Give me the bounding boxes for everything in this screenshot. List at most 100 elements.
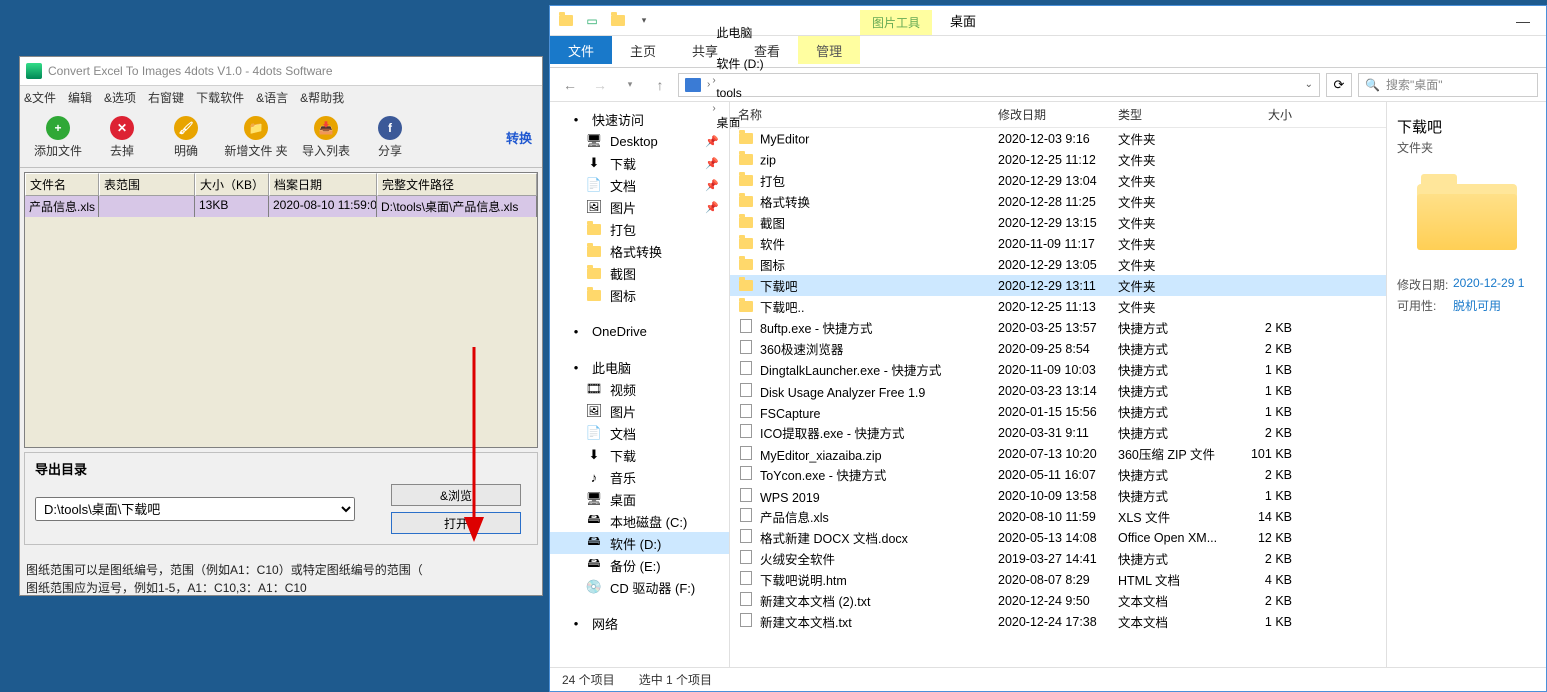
breadcrumb[interactable]: › 此电脑›软件 (D:)›tools›桌面› ⌄ <box>678 73 1320 97</box>
file-row[interactable]: MyEditor_xiazaiba.zip2020-07-13 10:20360… <box>730 443 1386 464</box>
nav-back-button[interactable]: ← <box>558 73 582 97</box>
menu-item[interactable]: 右窗键 <box>148 89 184 106</box>
file-row[interactable]: 格式新建 DOCX 文档.docx2020-05-13 14:08Office … <box>730 527 1386 548</box>
menu-item[interactable]: &帮助我 <box>300 89 344 106</box>
ribbon-tab-file[interactable]: 文件 <box>550 36 612 64</box>
file-row[interactable]: WPS 20192020-10-09 13:58快捷方式1 KB <box>730 485 1386 506</box>
nav-item[interactable]: 🖥桌面 <box>550 488 729 510</box>
share-button[interactable]: f分享 <box>358 111 422 165</box>
file-row[interactable]: 新建文本文档 (2).txt2020-12-24 9:50文本文档2 KB <box>730 590 1386 611</box>
nav-item[interactable]: •此电脑 <box>550 356 729 378</box>
clear-button[interactable]: 🖌明确 <box>154 111 218 165</box>
file-row[interactable]: 格式转换2020-12-28 11:25文件夹 <box>730 191 1386 212</box>
nav-item[interactable]: 格式转换 <box>550 240 729 262</box>
menu-item[interactable]: &选项 <box>104 89 136 106</box>
file-row[interactable]: 软件2020-11-09 11:17文件夹 <box>730 233 1386 254</box>
nav-item[interactable]: ♪音乐 <box>550 466 729 488</box>
chevron-right-icon[interactable]: › <box>712 75 715 86</box>
header-date[interactable]: 修改日期 <box>990 106 1110 123</box>
breadcrumb-item[interactable]: 软件 (D:) <box>712 55 767 72</box>
chevron-right-icon[interactable]: › <box>707 79 710 90</box>
nav-item[interactable]: •网络 <box>550 612 729 634</box>
nav-item[interactable]: •快速访问 <box>550 108 729 130</box>
breadcrumb-dropdown-icon[interactable]: ⌄ <box>1305 79 1313 90</box>
chevron-right-icon[interactable]: › <box>712 44 715 55</box>
nav-item[interactable]: 截图 <box>550 262 729 284</box>
export-dir-select[interactable]: D:\tools\桌面\下载吧 <box>35 497 355 521</box>
menu-item[interactable]: &语言 <box>256 89 288 106</box>
nav-item[interactable]: 📄文档📌 <box>550 174 729 196</box>
nav-item[interactable]: 🖴本地磁盘 (C:) <box>550 510 729 532</box>
nav-item[interactable]: 📄文档 <box>550 422 729 444</box>
nav-item[interactable]: 🖴软件 (D:) <box>550 532 729 554</box>
file-row[interactable]: ICO提取器.exe - 快捷方式2020-03-31 9:11快捷方式2 KB <box>730 422 1386 443</box>
breadcrumb-item[interactable]: 此电脑 <box>712 24 767 41</box>
file-row[interactable]: 下载吧..2020-12-25 11:13文件夹 <box>730 296 1386 317</box>
menu-item[interactable]: &文件 <box>24 89 56 106</box>
header-name[interactable]: 名称 <box>730 106 990 123</box>
file-row[interactable]: 截图2020-12-29 13:15文件夹 <box>730 212 1386 233</box>
nav-item[interactable]: ⬇下载📌 <box>550 152 729 174</box>
nav-item[interactable]: 🖼图片📌 <box>550 196 729 218</box>
file-row[interactable]: ToYcon.exe - 快捷方式2020-05-11 16:07快捷方式2 K… <box>730 464 1386 485</box>
col-path[interactable]: 完整文件路径 <box>377 173 537 196</box>
menu-item[interactable]: 下载软件 <box>196 89 244 106</box>
file-row[interactable]: 下载吧2020-12-29 13:11文件夹 <box>730 275 1386 296</box>
col-size[interactable]: 大小（KB） <box>195 173 269 196</box>
nav-recent-button[interactable]: ▾ <box>618 73 642 97</box>
header-type[interactable]: 类型 <box>1110 106 1230 123</box>
file-row[interactable]: 360极速浏览器2020-09-25 8:54快捷方式2 KB <box>730 338 1386 359</box>
table-row[interactable]: 产品信息.xls13KB2020-08-10 11:59:07D:\tools\… <box>25 196 537 217</box>
file-row[interactable]: 产品信息.xls2020-08-10 11:59XLS 文件14 KB <box>730 506 1386 527</box>
file-row[interactable]: 火绒安全软件2019-03-27 14:41快捷方式2 KB <box>730 548 1386 569</box>
minimize-button[interactable]: — <box>1500 6 1546 35</box>
file-row[interactable]: 打包2020-12-29 13:04文件夹 <box>730 170 1386 191</box>
file-row[interactable]: 图标2020-12-29 13:05文件夹 <box>730 254 1386 275</box>
col-filename[interactable]: 文件名 <box>25 173 99 196</box>
nav-item[interactable]: 🎞视频 <box>550 378 729 400</box>
qat-dropdown-icon[interactable]: ▾ <box>632 9 656 33</box>
col-date[interactable]: 档案日期 <box>269 173 377 196</box>
nav-item[interactable]: 🖥Desktop📌 <box>550 130 729 152</box>
nav-item[interactable]: 打包 <box>550 218 729 240</box>
nav-item[interactable]: •OneDrive <box>550 320 729 342</box>
file-row[interactable]: Disk Usage Analyzer Free 1.92020-03-23 1… <box>730 380 1386 401</box>
nav-up-button[interactable]: ↑ <box>648 73 672 97</box>
file-row[interactable]: 新建文本文档.txt2020-12-24 17:38文本文档1 KB <box>730 611 1386 632</box>
convert-button[interactable]: 转换 <box>506 128 536 147</box>
nav-item[interactable]: 💿CD 驱动器 (F:) <box>550 576 729 598</box>
file-row[interactable]: FSCapture2020-01-15 15:56快捷方式1 KB <box>730 401 1386 422</box>
menu-item[interactable]: 编辑 <box>68 89 92 106</box>
nav-item[interactable]: 图标 <box>550 284 729 306</box>
search-input[interactable]: 🔍 搜索"桌面" <box>1358 73 1538 97</box>
nav-item[interactable]: 🖴备份 (E:) <box>550 554 729 576</box>
ribbon-tab-manage[interactable]: 管理 <box>798 36 860 64</box>
nav-item[interactable]: ⬇下载 <box>550 444 729 466</box>
file-row[interactable]: 下载吧说明.htm2020-08-07 8:29HTML 文档4 KB <box>730 569 1386 590</box>
file-row[interactable]: MyEditor2020-12-03 9:16文件夹 <box>730 128 1386 149</box>
explorer-titlebar[interactable]: ▭ ▾ 图片工具 桌面 — <box>550 6 1546 36</box>
star-icon: • <box>568 111 584 127</box>
qat-pin-icon[interactable]: ▭ <box>580 9 604 33</box>
file-row[interactable]: 8uftp.exe - 快捷方式2020-03-25 13:57快捷方式2 KB <box>730 317 1386 338</box>
breadcrumb-item[interactable]: tools <box>712 86 767 100</box>
ribbon-tab-home[interactable]: 主页 <box>612 36 674 64</box>
browse-button[interactable]: &浏览 <box>391 484 521 506</box>
add-file-button[interactable]: +添加文件 <box>26 111 90 165</box>
file-row[interactable]: DingtalkLauncher.exe - 快捷方式2020-11-09 10… <box>730 359 1386 380</box>
open-button[interactable]: 打开 <box>391 512 521 534</box>
header-size[interactable]: 大小 <box>1230 106 1300 123</box>
nav-forward-button[interactable]: → <box>588 73 612 97</box>
refresh-button[interactable]: ⟳ <box>1326 73 1352 97</box>
qat-folder-icon[interactable] <box>606 9 630 33</box>
lnk-icon <box>738 403 754 419</box>
nav-item[interactable]: 🖼图片 <box>550 400 729 422</box>
file-row[interactable]: zip2020-12-25 11:12文件夹 <box>730 149 1386 170</box>
app-titlebar[interactable]: Convert Excel To Images 4dots V1.0 - 4do… <box>20 57 542 86</box>
contextual-tab-label: 图片工具 <box>860 10 932 35</box>
import-list-button[interactable]: 📥导入列表 <box>294 111 358 165</box>
remove-button[interactable]: ✕去掉 <box>90 111 154 165</box>
add-folder-button[interactable]: 📁新增文件 夹 <box>218 111 294 165</box>
breadcrumb-pc-icon[interactable] <box>681 78 705 92</box>
col-range[interactable]: 表范围 <box>99 173 195 196</box>
